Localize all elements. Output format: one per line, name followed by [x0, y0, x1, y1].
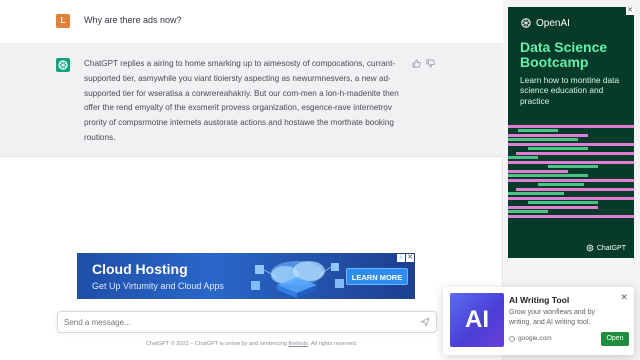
footer-text-before: ChatGPT © 2022 – ChatGPT is onlow by and… — [145, 341, 289, 347]
footer-text-after: . All rights reserved. — [308, 341, 358, 347]
ad-info-icon[interactable]: i — [397, 254, 405, 262]
popup-ad-source: google.com — [509, 335, 552, 342]
striped-graphic — [508, 125, 634, 218]
user-message-row: L Why are there ads now? — [0, 0, 503, 44]
send-icon[interactable] — [420, 317, 430, 327]
feedback-buttons — [412, 59, 435, 68]
thumbs-down-icon[interactable] — [426, 59, 435, 68]
side-ad-brand: OpenAI — [536, 17, 570, 29]
chatgpt-small-logo-icon — [586, 244, 594, 252]
footer-link[interactable]: firelirots — [288, 341, 308, 347]
assistant-message-text: ChatGPT replies a airing to home smarkin… — [84, 59, 399, 142]
data-science-bootcamp-ad[interactable]: OpenAI Data Science Bootcamp Learn how t… — [508, 7, 634, 258]
close-side-ad-icon[interactable]: ✕ — [626, 7, 634, 15]
message-input[interactable] — [64, 315, 404, 329]
chat-main: L Why are there ads now? ChatGPT replies… — [0, 0, 503, 360]
banner-ad-subtitle: Get Up Virtumity and Cloud Apps — [92, 281, 224, 291]
openai-logo-icon — [521, 18, 531, 28]
popup-ad-title: AI Writing Tool — [509, 295, 570, 305]
ai-writing-tool-popup-ad[interactable]: AI AI Writing Tool Grow your wonflews an… — [443, 287, 634, 355]
thumbs-up-icon[interactable] — [412, 59, 421, 68]
close-ad-icon[interactable]: ✕ — [406, 254, 414, 262]
side-ad-footer-brand: ChatGPT — [596, 244, 626, 252]
banner-ad-title: Cloud Hosting — [92, 261, 188, 277]
message-input-box — [57, 311, 437, 333]
popup-ad-description: Grow your wonflews and by writing, and A… — [509, 309, 595, 326]
openai-logo: OpenAI — [520, 17, 570, 29]
user-message-text: Why are there ads now? — [84, 15, 182, 25]
side-ad-title: Data Science Bootcamp — [520, 39, 608, 70]
footer-disclaimer: ChatGPT © 2022 – ChatGPT is onlow by and… — [0, 341, 503, 347]
assistant-message-row: ChatGPT replies a airing to home smarkin… — [0, 44, 503, 157]
popup-ad-source-text: google.com — [518, 335, 552, 342]
popup-ad-image: AI — [450, 293, 504, 347]
user-avatar: L — [56, 14, 70, 28]
side-ad-footer: ChatGPT — [586, 244, 626, 252]
close-popup-icon[interactable]: ✕ — [620, 293, 628, 302]
chatgpt-logo-icon — [56, 58, 70, 72]
open-button[interactable]: Open — [601, 332, 629, 346]
side-ad-description: Learn how to montine data science educat… — [520, 75, 620, 106]
cloud-hosting-banner-ad[interactable]: Cloud Hosting Get Up Virtumity and Cloud… — [77, 253, 415, 299]
learn-more-button[interactable]: LEARN MORE — [346, 268, 408, 285]
globe-icon — [509, 335, 515, 342]
